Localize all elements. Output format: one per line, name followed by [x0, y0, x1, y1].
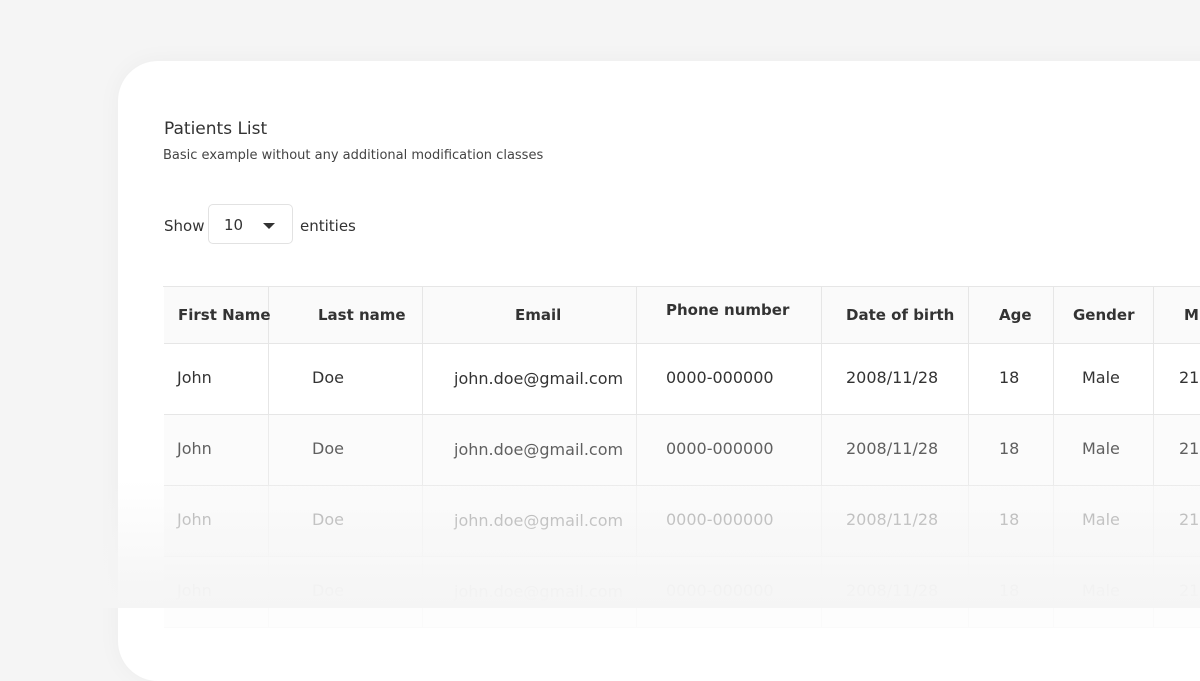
cell-date-of-birth: 2008/11/28	[822, 557, 969, 627]
cell-text: 0000-000000	[666, 439, 774, 458]
column-header-email[interactable]: Email	[423, 287, 637, 343]
cell-text: Doe	[312, 510, 344, 529]
cell-first-name: John	[164, 557, 269, 627]
cell-date-of-birth: 2008/11/28	[822, 344, 969, 414]
cell-text: 18	[999, 439, 1020, 458]
cell-phone-number: 0000-000000	[637, 415, 822, 485]
page-size-value: 10	[224, 216, 244, 234]
cell-gender: Male	[1054, 344, 1154, 414]
cell-truncated: 21	[1154, 344, 1200, 414]
table-row[interactable]: John Doe john.doe@gmail.com 0000-000000 …	[164, 486, 1200, 557]
patients-table: First Name Last name Email Phone number …	[163, 286, 1200, 628]
page-subtitle: Basic example without any additional mod…	[163, 148, 544, 163]
column-header-gender[interactable]: Gender	[1054, 287, 1154, 343]
cell-text: john.doe@gmail.com	[454, 369, 624, 388]
cell-text: John	[177, 510, 212, 529]
cell-text: Male	[1082, 581, 1120, 600]
cell-text: 2008/11/28	[846, 510, 939, 529]
cell-text: 0000-000000	[666, 510, 774, 529]
cell-text: Doe	[312, 368, 344, 387]
cell-text: 18	[999, 581, 1020, 600]
column-header-label: Date of birth	[846, 306, 955, 324]
cell-text: 21	[1179, 368, 1200, 387]
table-row[interactable]: John Doe john.doe@gmail.com 0000-000000 …	[164, 415, 1200, 486]
cell-text: John	[177, 368, 212, 387]
cell-last-name: Doe	[269, 486, 423, 556]
column-header-label: Last name	[318, 306, 406, 324]
column-header-label: M	[1184, 306, 1199, 324]
cell-age: 18	[969, 557, 1054, 627]
cell-text: john.doe@gmail.com	[454, 582, 624, 601]
patients-card: Patients List Basic example without any …	[118, 61, 1200, 681]
cell-email: john.doe@gmail.com	[423, 415, 637, 485]
page-size-select[interactable]: 10	[208, 204, 293, 244]
cell-phone-number: 0000-000000	[637, 557, 822, 627]
cell-email: john.doe@gmail.com	[423, 557, 637, 627]
cell-text: 2008/11/28	[846, 439, 939, 458]
cell-text: 21	[1179, 510, 1200, 529]
cell-age: 18	[969, 486, 1054, 556]
cell-text: 21	[1179, 439, 1200, 458]
column-header-truncated[interactable]: M	[1154, 287, 1200, 343]
cell-text: Male	[1082, 439, 1120, 458]
entities-label: entities	[300, 217, 356, 235]
cell-last-name: Doe	[269, 557, 423, 627]
cell-text: 0000-000000	[666, 581, 774, 600]
cell-text: 0000-000000	[666, 368, 774, 387]
table-header-row: First Name Last name Email Phone number …	[164, 287, 1200, 344]
cell-text: 2008/11/28	[846, 368, 939, 387]
cell-first-name: John	[164, 344, 269, 414]
cell-text: Male	[1082, 368, 1120, 387]
column-header-label: Gender	[1073, 306, 1135, 324]
table-row[interactable]: John Doe john.doe@gmail.com 0000-000000 …	[164, 344, 1200, 415]
cell-gender: Male	[1054, 557, 1154, 627]
cell-text: 18	[999, 368, 1020, 387]
cell-last-name: Doe	[269, 344, 423, 414]
cell-text: 2008/11/28	[846, 581, 939, 600]
cell-first-name: John	[164, 415, 269, 485]
cell-truncated: 21	[1154, 486, 1200, 556]
cell-email: john.doe@gmail.com	[423, 486, 637, 556]
cell-gender: Male	[1054, 486, 1154, 556]
column-header-phone-number[interactable]: Phone number	[637, 287, 822, 343]
cell-truncated: 21	[1154, 557, 1200, 627]
column-header-date-of-birth[interactable]: Date of birth	[822, 287, 969, 343]
cell-phone-number: 0000-000000	[637, 486, 822, 556]
column-header-label: Age	[999, 306, 1032, 324]
show-label: Show	[164, 217, 205, 235]
cell-email: john.doe@gmail.com	[423, 344, 637, 414]
cell-text: Male	[1082, 510, 1120, 529]
cell-text: 21	[1179, 581, 1200, 600]
table-row[interactable]: John Doe john.doe@gmail.com 0000-000000 …	[164, 557, 1200, 628]
cell-age: 18	[969, 415, 1054, 485]
cell-text: john.doe@gmail.com	[454, 440, 624, 459]
cell-last-name: Doe	[269, 415, 423, 485]
column-header-label: Email	[515, 306, 562, 324]
column-header-age[interactable]: Age	[969, 287, 1054, 343]
column-header-label: Phone number	[666, 301, 790, 319]
cell-truncated: 21	[1154, 415, 1200, 485]
cell-gender: Male	[1054, 415, 1154, 485]
cell-text: Doe	[312, 581, 344, 600]
cell-age: 18	[969, 344, 1054, 414]
cell-text: Doe	[312, 439, 344, 458]
column-header-label: First Name	[178, 306, 271, 324]
page-title: Patients List	[164, 119, 268, 139]
column-header-first-name[interactable]: First Name	[164, 287, 271, 343]
cell-text: John	[177, 581, 212, 600]
column-header-last-name[interactable]: Last name	[269, 287, 423, 343]
cell-phone-number: 0000-000000	[637, 344, 822, 414]
cell-text: 18	[999, 510, 1020, 529]
caret-down-icon	[263, 223, 275, 229]
cell-date-of-birth: 2008/11/28	[822, 415, 969, 485]
cell-text: John	[177, 439, 212, 458]
cell-date-of-birth: 2008/11/28	[822, 486, 969, 556]
cell-first-name: John	[164, 486, 269, 556]
cell-text: john.doe@gmail.com	[454, 511, 624, 530]
